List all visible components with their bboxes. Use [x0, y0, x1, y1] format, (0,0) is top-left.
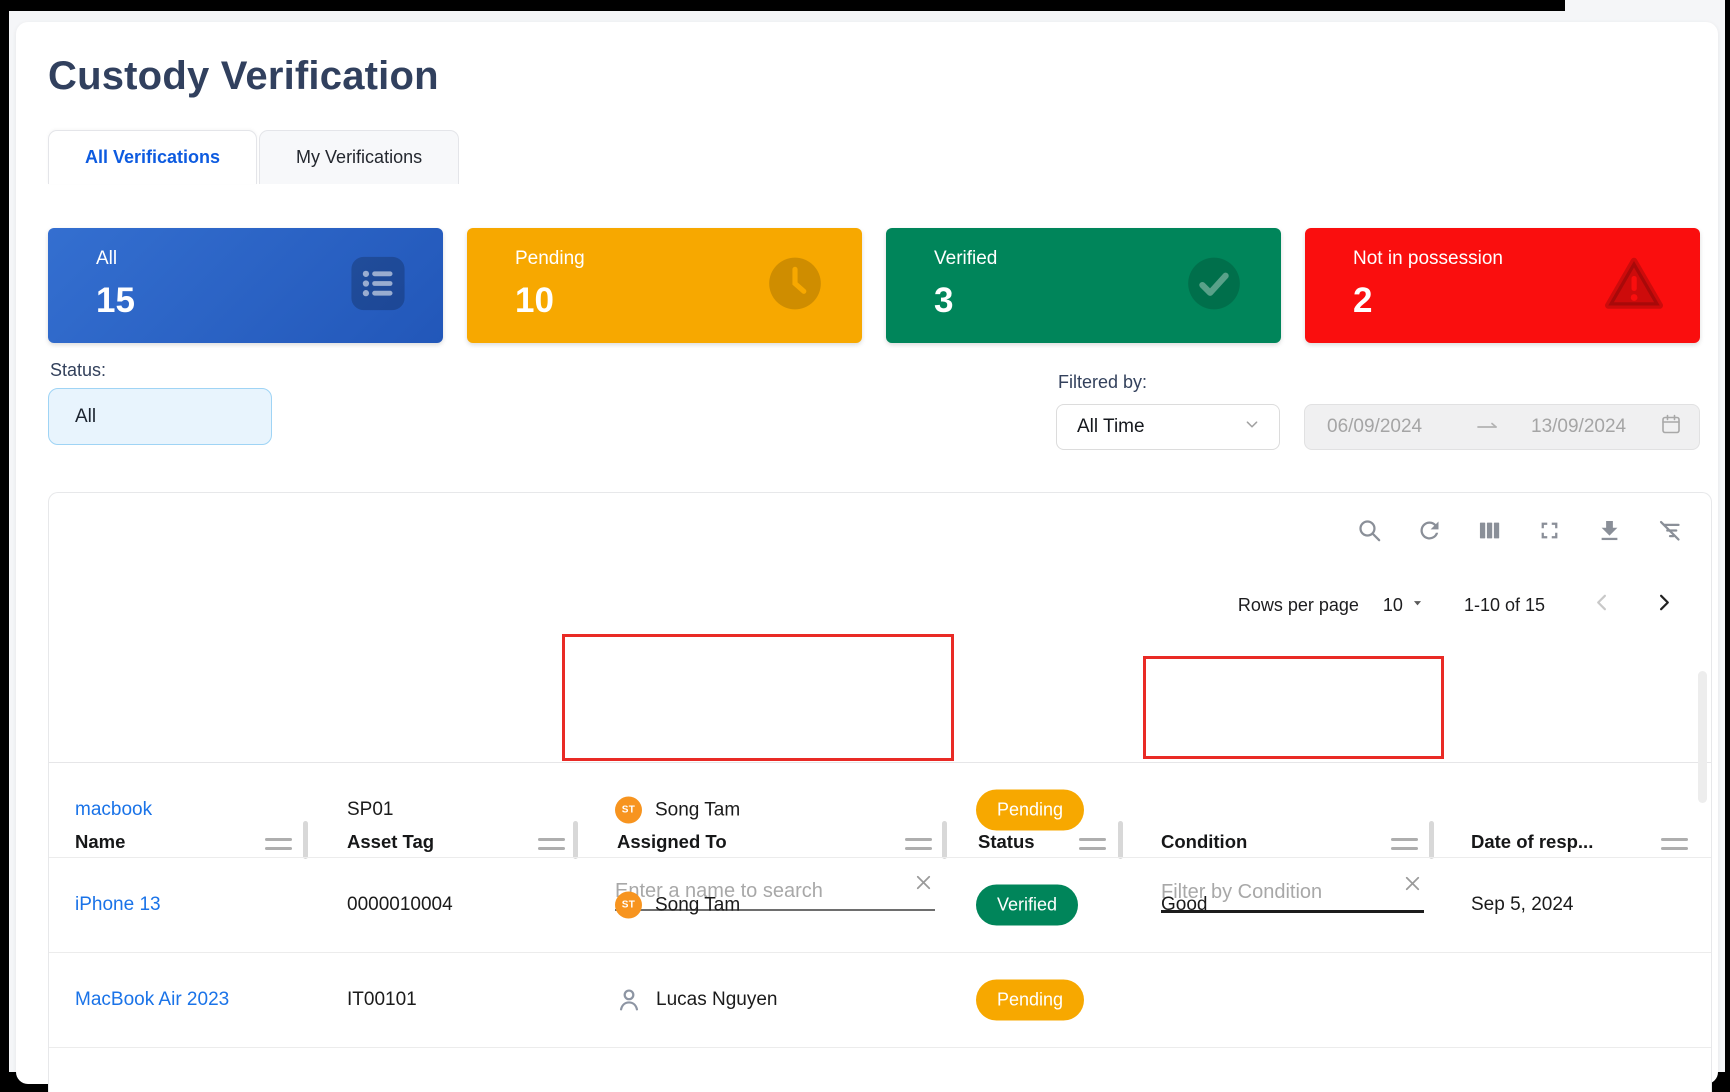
table-scrollbar[interactable]: [1698, 671, 1707, 803]
search-icon[interactable]: [1356, 517, 1383, 544]
status-filter-select[interactable]: All: [48, 388, 272, 445]
asset-tag-value: IT00101: [347, 989, 417, 1011]
tab-my-verifications[interactable]: My Verifications: [259, 130, 459, 184]
arrow-right-icon: [1475, 416, 1531, 438]
view-columns-icon[interactable]: [1476, 517, 1503, 544]
fullscreen-icon[interactable]: [1536, 517, 1563, 544]
status-badge: Verified: [976, 885, 1078, 926]
asset-name-link[interactable]: iPhone 13: [75, 894, 161, 916]
stat-cards: All 15 Pending 10 Verified 3: [48, 228, 1700, 343]
date-start-value: 06/09/2024: [1327, 416, 1475, 438]
chevron-down-icon: [1241, 413, 1263, 441]
stat-card-pending[interactable]: Pending 10: [467, 228, 862, 343]
date-value: Sep 5, 2024: [1471, 894, 1573, 916]
status-badge: Pending: [976, 980, 1084, 1021]
time-range-select[interactable]: All Time: [1056, 404, 1280, 450]
pagination-controls: Rows per page 10 1-10 of 15: [1238, 591, 1675, 619]
stat-card-all[interactable]: All 15: [48, 228, 443, 343]
pagination-range: 1-10 of 15: [1464, 595, 1545, 616]
table-row[interactable]: macbook SP01 ST Song Tam Pending: [49, 763, 1711, 858]
caret-down-icon: [1409, 594, 1426, 616]
rows-per-page-select[interactable]: 10: [1383, 594, 1426, 616]
rows-per-page-label: Rows per page: [1238, 595, 1359, 616]
previous-page-icon[interactable]: [1591, 591, 1614, 619]
asset-name-link[interactable]: macbook: [75, 799, 152, 821]
status-filter-label: Status:: [50, 360, 106, 381]
clock-icon: [764, 252, 826, 319]
warning-icon: [1604, 255, 1664, 316]
table-header: Name Asset Tag Assigned To Status Condit…: [49, 653, 1711, 763]
calendar-icon: [1659, 412, 1683, 442]
tab-all-verifications-label: All Verifications: [85, 147, 220, 168]
date-range-picker[interactable]: 06/09/2024 13/09/2024: [1304, 404, 1700, 450]
time-range-value: All Time: [1077, 416, 1145, 438]
tab-all-verifications[interactable]: All Verifications: [48, 130, 257, 184]
assigned-to-cell: ST Song Tam: [615, 797, 740, 824]
stat-card-verified[interactable]: Verified 3: [886, 228, 1281, 343]
download-icon[interactable]: [1596, 517, 1623, 544]
assigned-to-name: Song Tam: [655, 799, 740, 821]
tab-my-verifications-label: My Verifications: [296, 147, 422, 168]
asset-tag-value: SP01: [347, 799, 393, 821]
avatar: ST: [615, 892, 642, 919]
content-card: Custody Verification All Verifications M…: [16, 22, 1718, 1084]
filtered-by-label: Filtered by:: [1058, 372, 1147, 393]
table-row[interactable]: MacBook Air 2023 IT00101 Lucas Nguyen Pe…: [49, 953, 1711, 1048]
next-page-icon[interactable]: [1652, 591, 1675, 619]
assigned-to-name: Song Tam: [655, 894, 740, 916]
date-end-value: 13/09/2024: [1531, 416, 1659, 438]
asset-name-link[interactable]: MacBook Air 2023: [75, 989, 229, 1011]
verification-table: Rows per page 10 1-10 of 15 Name: [48, 492, 1712, 1092]
screen-edge-top: [0, 0, 1565, 11]
check-circle-icon: [1183, 252, 1245, 319]
page-background: Custody Verification All Verifications M…: [9, 0, 1725, 1072]
person-icon: [615, 986, 643, 1014]
table-toolbar: [1356, 517, 1683, 544]
list-icon: [349, 254, 407, 317]
condition-value: Good: [1161, 894, 1207, 916]
filter-off-icon[interactable]: [1656, 517, 1683, 544]
table-row[interactable]: iPhone 13 0000010004 ST Song Tam Verifie…: [49, 858, 1711, 953]
rows-per-page-value: 10: [1383, 595, 1403, 616]
status-filter-value: All: [75, 406, 96, 428]
tab-bar: All Verifications My Verifications: [48, 130, 459, 184]
assigned-to-name: Lucas Nguyen: [656, 989, 777, 1011]
asset-tag-value: 0000010004: [347, 894, 453, 916]
page-title: Custody Verification: [48, 54, 439, 99]
stat-card-not-in-possession[interactable]: Not in possession 2: [1305, 228, 1700, 343]
refresh-icon[interactable]: [1416, 517, 1443, 544]
avatar: ST: [615, 797, 642, 824]
status-badge: Pending: [976, 790, 1084, 831]
assigned-to-cell: ST Song Tam: [615, 892, 740, 919]
assigned-to-cell: Lucas Nguyen: [615, 986, 777, 1014]
